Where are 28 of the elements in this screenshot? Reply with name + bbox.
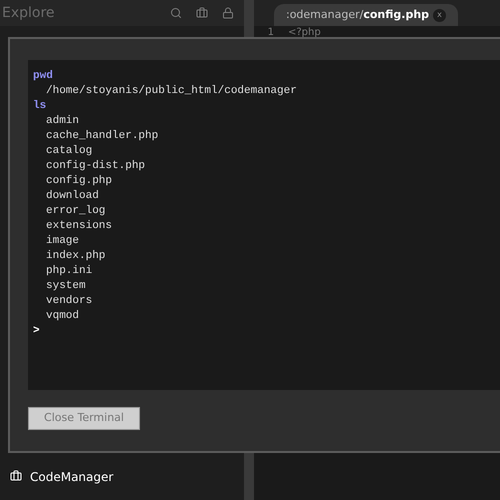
terminal-output-line: config-dist.php	[45, 160, 146, 172]
terminal-output-line: php.ini	[45, 265, 92, 277]
lock-icon[interactable]	[222, 7, 234, 19]
terminal-output-line: error_log	[45, 205, 106, 217]
sidebar-title: Explore	[2, 4, 56, 22]
terminal-output-line: system	[45, 280, 86, 292]
terminal-output-line: index.php	[45, 250, 106, 262]
briefcase-icon[interactable]	[196, 7, 208, 19]
editor-tab[interactable]: :odemanager/config.php x	[274, 4, 458, 26]
code-line: <?php	[287, 27, 321, 39]
line-number: 1	[266, 27, 275, 39]
terminal-output-line: admin	[45, 115, 80, 127]
terminal-prompt[interactable]: >	[33, 325, 40, 337]
terminal-output-line: extensions	[45, 220, 112, 232]
terminal-output-line: vendors	[45, 295, 92, 307]
search-icon[interactable]	[170, 7, 182, 19]
terminal-output-line: /home/stoyanis/public_html/codemanager	[45, 85, 297, 97]
terminal-output-line: image	[45, 235, 80, 247]
briefcase-icon	[10, 470, 22, 482]
close-tab-button[interactable]: x	[433, 8, 446, 22]
terminal-output-line: download	[45, 190, 99, 202]
terminal-output-line: vqmod	[45, 310, 80, 322]
terminal-command: ls	[33, 100, 46, 112]
terminal-output-line: config.php	[45, 175, 112, 187]
project-name[interactable]: CodeManager	[30, 468, 114, 486]
terminal-command: pwd	[33, 70, 53, 82]
terminal-output-line: catalog	[45, 145, 92, 157]
terminal-output-line: cache_handler.php	[45, 130, 158, 142]
